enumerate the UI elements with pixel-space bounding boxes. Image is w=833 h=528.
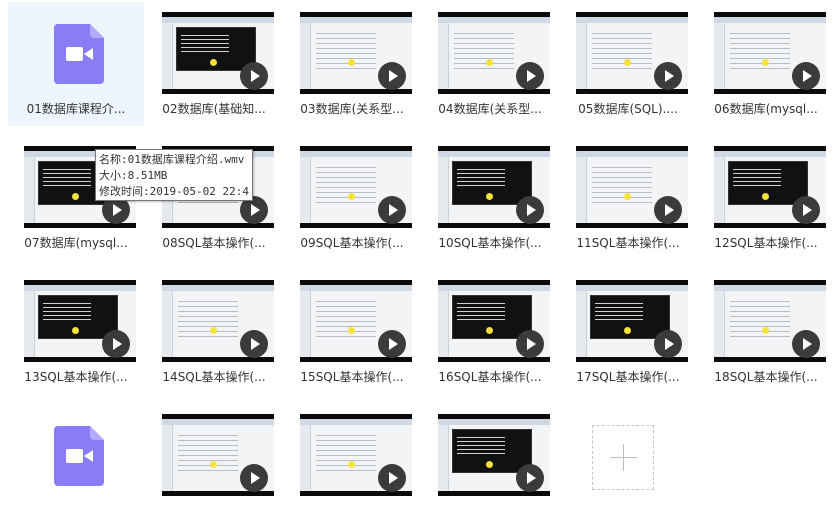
play-icon <box>792 62 820 90</box>
file-item[interactable]: 01数据库课程介... <box>8 2 144 126</box>
file-label: 10SQL基本操作(... <box>438 236 542 250</box>
play-icon <box>378 196 406 224</box>
file-label: 16SQL基本操作(... <box>438 370 542 384</box>
video-thumbnail <box>162 280 274 362</box>
video-thumbnail <box>576 12 688 94</box>
video-thumbnail <box>438 146 550 228</box>
file-label: 06数据库(mysql... <box>714 102 818 116</box>
file-label: 17SQL基本操作(... <box>576 370 680 384</box>
file-tooltip: 名称:01数据库课程介绍.wmv 大小:8.51MB 修改时间:2019-05-… <box>95 149 253 201</box>
play-icon <box>516 330 544 358</box>
file-item[interactable]: 14SQL基本操作(... <box>146 270 282 394</box>
play-icon <box>792 196 820 224</box>
file-label: 02数据库(基础知... <box>162 102 266 116</box>
video-thumbnail <box>714 12 826 94</box>
file-label: 09SQL基本操作(... <box>300 236 404 250</box>
file-item[interactable]: 09SQL基本操作(... <box>284 136 420 260</box>
file-item[interactable] <box>146 404 282 528</box>
play-icon <box>378 330 406 358</box>
file-label: 03数据库(关系型... <box>300 102 404 116</box>
file-item[interactable]: 11SQL基本操作(... <box>560 136 696 260</box>
video-file-icon <box>54 426 104 486</box>
play-icon <box>102 330 130 358</box>
file-item[interactable] <box>8 404 144 528</box>
video-thumbnail <box>300 414 412 496</box>
play-icon <box>240 464 268 492</box>
video-thumbnail <box>162 12 274 94</box>
file-label: 11SQL基本操作(... <box>576 236 680 250</box>
file-item[interactable] <box>422 404 558 528</box>
play-icon <box>654 330 682 358</box>
file-label: 13SQL基本操作(... <box>24 370 128 384</box>
file-item[interactable]: 18SQL基本操作(... <box>698 270 833 394</box>
file-grid: 01数据库课程介... 02数据库(基础知... 03数据库(关系型... 04数据库… <box>0 0 833 496</box>
play-icon <box>516 464 544 492</box>
video-thumbnail <box>300 280 412 362</box>
video-thumbnail <box>438 414 550 496</box>
video-thumbnail <box>300 12 412 94</box>
file-label: 12SQL基本操作(... <box>714 236 818 250</box>
file-item[interactable]: 17SQL基本操作(... <box>560 270 696 394</box>
file-item[interactable]: 16SQL基本操作(... <box>422 270 558 394</box>
file-item[interactable]: 13SQL基本操作(... <box>8 270 144 394</box>
video-thumbnail <box>438 12 550 94</box>
video-thumbnail <box>714 146 826 228</box>
video-thumbnail <box>300 146 412 228</box>
file-item[interactable]: 04数据库(关系型... <box>422 2 558 126</box>
file-label: 08SQL基本操作(... <box>162 236 266 250</box>
video-thumbnail <box>576 280 688 362</box>
file-item[interactable]: 06数据库(mysql... <box>698 2 833 126</box>
file-label: 14SQL基本操作(... <box>162 370 266 384</box>
file-item[interactable]: 05数据库(SQL).... <box>560 2 696 126</box>
file-label: 01数据库课程介... <box>26 102 126 116</box>
file-item[interactable]: 10SQL基本操作(... <box>422 136 558 260</box>
video-thumbnail <box>24 280 136 362</box>
play-icon <box>516 196 544 224</box>
file-label: 05数据库(SQL).... <box>578 102 678 116</box>
file-item[interactable]: 02数据库(基础知... <box>146 2 282 126</box>
tooltip-modified: 修改时间:2019-05-02 22:45 <box>99 185 249 198</box>
video-thumbnail <box>162 414 274 496</box>
play-icon <box>378 62 406 90</box>
file-label: 07数据库(mysql... <box>24 236 128 250</box>
play-icon <box>378 464 406 492</box>
add-file-button[interactable] <box>592 425 654 490</box>
file-item[interactable] <box>284 404 420 528</box>
file-item[interactable]: 15SQL基本操作(... <box>284 270 420 394</box>
play-icon <box>654 62 682 90</box>
file-item[interactable]: 12SQL基本操作(... <box>698 136 833 260</box>
tooltip-name: 名称:01数据库课程介绍.wmv <box>99 153 245 166</box>
play-icon <box>240 330 268 358</box>
tooltip-size: 大小:8.51MB <box>99 169 168 182</box>
file-label: 15SQL基本操作(... <box>300 370 404 384</box>
file-label: 18SQL基本操作(... <box>714 370 818 384</box>
video-thumbnail <box>714 280 826 362</box>
file-item[interactable]: 03数据库(关系型... <box>284 2 420 126</box>
file-label: 04数据库(关系型... <box>438 102 542 116</box>
video-thumbnail <box>576 146 688 228</box>
play-icon <box>654 196 682 224</box>
video-file-icon <box>54 24 104 84</box>
play-icon <box>516 62 544 90</box>
video-thumbnail <box>438 280 550 362</box>
play-icon <box>792 330 820 358</box>
play-icon <box>240 62 268 90</box>
